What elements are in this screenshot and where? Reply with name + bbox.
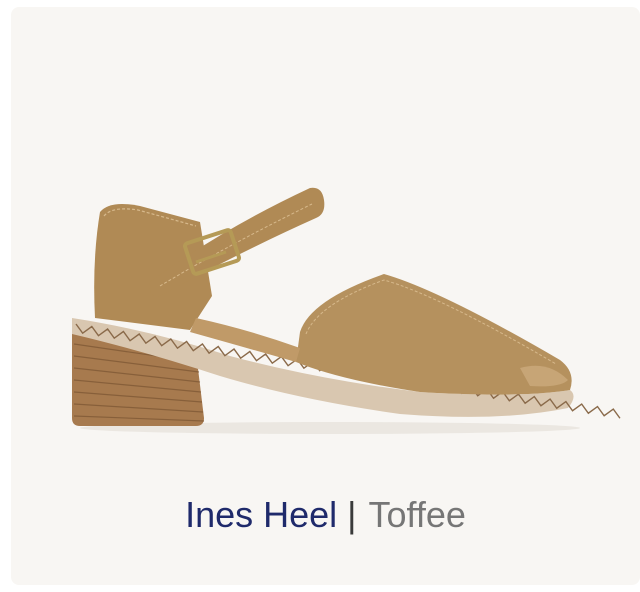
caption-separator: |: [347, 494, 357, 535]
product-name[interactable]: Ines Heel: [185, 494, 337, 535]
sandal-illustration: [72, 187, 621, 434]
product-card[interactable]: Ines Heel | Toffee: [11, 7, 640, 585]
product-image[interactable]: [11, 7, 640, 477]
product-caption[interactable]: Ines Heel | Toffee: [11, 493, 640, 537]
product-color-name: Toffee: [368, 494, 466, 535]
